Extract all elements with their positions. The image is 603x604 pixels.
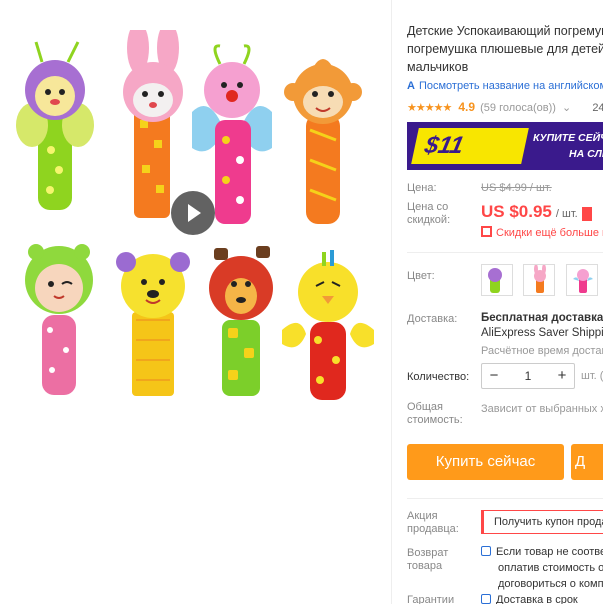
seller-promo-label: Акция продавца:	[407, 510, 459, 536]
total-label-line1: Общая	[407, 401, 443, 413]
discount-price: US $0.95/ шт.	[481, 202, 592, 222]
promo-text-line1: КУПИТЕ СЕЙЧАС	[533, 132, 603, 144]
votes-link[interactable]: (59 голоса(ов))	[480, 102, 556, 114]
toy-monkey	[284, 59, 362, 224]
shipping-method[interactable]: AliExpress Saver Shipping	[481, 327, 603, 339]
quantity-increase-button[interactable]: +	[550, 364, 574, 388]
quantity-stepper: − 1 +	[481, 363, 575, 389]
color-label: Цвет:	[407, 270, 435, 282]
toy-bee	[16, 41, 94, 210]
discount-price-unit: / шт.	[555, 208, 578, 220]
original-price: US $4.99 / шт.	[481, 182, 552, 194]
divider	[407, 498, 603, 499]
price-label: Цена:	[407, 182, 437, 194]
seller-label-line1: Акция	[407, 510, 438, 522]
product-info-panel: Детские Успокаивающий погремушка ручная …	[407, 0, 603, 604]
quantity-decrease-button[interactable]: −	[482, 364, 506, 388]
color-options	[481, 264, 603, 298]
quantity-label: Количество:	[407, 371, 470, 383]
color-option-1[interactable]	[481, 264, 513, 296]
seller-label-line2: продавца:	[407, 523, 459, 535]
delivery-guarantee-icon	[481, 594, 491, 604]
total-label: Общая стоимость:	[407, 401, 463, 427]
promo-banner[interactable]: $11 КУПИТЕ СЕЙЧАС НА СЛЕДУЮЩ	[407, 122, 603, 170]
returns-label: Возврат товара	[407, 547, 448, 573]
shipping-label: Доставка:	[407, 313, 458, 325]
chevron-down-icon[interactable]: ⌄	[562, 102, 571, 114]
discount-label-line1: Цена со	[407, 201, 449, 213]
coupon-amount: $11	[411, 128, 529, 164]
toy-dog	[209, 246, 273, 396]
discount-badge	[581, 206, 592, 221]
product-gallery	[0, 0, 392, 604]
app-discount-text: Скидки ещё больше в приложении	[496, 227, 603, 239]
discount-price-label: Цена со скидкой:	[407, 201, 450, 227]
rating-row: ★★★★★ 4.9 (59 голоса(ов)) ⌄ 24	[407, 100, 603, 114]
guarantee-text: Доставка в срок	[496, 594, 578, 604]
returns-label-line1: Возврат	[407, 547, 449, 559]
returns-line2: оплатив стоимость о	[498, 562, 603, 574]
quantity-available: шт. (9	[581, 370, 603, 382]
quantity-input[interactable]: 1	[506, 364, 550, 388]
qr-code-icon	[481, 226, 492, 237]
divider	[407, 252, 603, 253]
video-play-button[interactable]	[171, 191, 215, 235]
toy-bunny	[123, 22, 183, 218]
rating-value: 4.9	[458, 100, 476, 114]
returns-line1: Если товар не соответствует	[496, 546, 603, 558]
guarantee-row: Доставка в срок	[481, 592, 578, 604]
discount-label-line2: скидкой:	[407, 214, 451, 226]
toy-frog-girl	[25, 244, 93, 395]
orders-count: 24	[592, 102, 603, 114]
color-option-3[interactable]	[565, 264, 598, 296]
product-title: Детские Успокаивающий погремушка ручная …	[407, 24, 603, 74]
returns-policy: Если товар не соответствует оплатив стои…	[481, 544, 603, 592]
toy-chick	[282, 250, 374, 400]
translate-title-link[interactable]: А Посмотреть название на английском	[407, 80, 603, 92]
total-label-line2: стоимость:	[407, 414, 463, 426]
star-rating-icon: ★★★★★	[407, 102, 452, 114]
translate-text: Посмотреть название на английском	[418, 80, 603, 92]
shipping-time: Расчётное время доставки	[481, 345, 603, 357]
color-option-2[interactable]	[523, 264, 556, 296]
returns-label-line2: товара	[407, 560, 443, 572]
promo-text-line2: НА СЛЕДУЮЩ	[569, 148, 603, 160]
add-to-cart-button[interactable]: Д	[571, 444, 603, 480]
return-policy-icon	[481, 546, 491, 556]
get-seller-coupon-button[interactable]: Получить купон продавца	[481, 510, 603, 534]
toy-bear	[116, 252, 190, 396]
total-value: Зависит от выбранных характеристик	[481, 403, 603, 415]
app-discount-link[interactable]: Скидки ещё больше в приложении	[481, 226, 603, 239]
discount-price-value: US $0.95	[481, 202, 552, 221]
promo-text: КУПИТЕ СЕЙЧАС НА СЛЕДУЮЩ	[533, 130, 603, 162]
guarantee-label: Гарантии	[407, 594, 455, 604]
shipping-title: Бесплатная доставка в Россию	[481, 312, 603, 324]
buy-now-button[interactable]: Купить сейчас	[407, 444, 564, 480]
translate-icon: А	[407, 80, 415, 92]
returns-line3: договориться о компенсации	[498, 578, 603, 590]
